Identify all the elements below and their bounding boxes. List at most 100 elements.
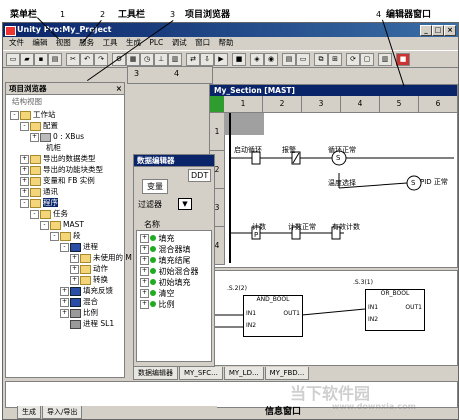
tree-item-ratio[interactable]: + 比例: [60, 308, 98, 318]
variables-tab[interactable]: 变量: [142, 179, 168, 194]
expand-icon[interactable]: +: [60, 297, 69, 307]
variable-row[interactable]: + 初始填充: [140, 277, 191, 288]
menu-debug[interactable]: 调试: [172, 38, 187, 47]
tab-my-fbd[interactable]: MY_FBD...: [264, 367, 310, 380]
expand-icon[interactable]: +: [20, 187, 29, 197]
save-icon[interactable]: ▪: [34, 53, 48, 66]
tree-item-mix[interactable]: + 混合: [60, 297, 98, 307]
tree-item-mast[interactable]: - MAST: [40, 220, 84, 230]
tab-my-sfc[interactable]: MY_SFC...: [179, 367, 223, 380]
expand-icon[interactable]: +: [140, 300, 149, 309]
expand-icon[interactable]: +: [140, 245, 149, 254]
window-icon[interactable]: ▢: [360, 53, 374, 66]
callout-toolbar-label: 工具栏: [118, 10, 146, 20]
tree-item-process-sl1[interactable]: 进程 SL1: [70, 319, 114, 329]
menu-edit[interactable]: 编辑: [32, 38, 47, 47]
menu-tools[interactable]: 工具: [103, 38, 118, 47]
close-icon[interactable]: ×: [116, 83, 122, 94]
sfc-icon: [70, 297, 81, 307]
variable-row[interactable]: + 比例: [140, 299, 175, 310]
tree-item-station[interactable]: - 工作站: [10, 110, 56, 120]
run-icon[interactable]: ▶: [214, 53, 228, 66]
tree-item-tasks[interactable]: - 任务: [30, 209, 68, 219]
expand-icon[interactable]: +: [140, 256, 149, 265]
tree-item-config[interactable]: - 配置: [20, 121, 58, 131]
expand-icon[interactable]: +: [30, 132, 39, 142]
connect-icon[interactable]: ⇄: [186, 53, 200, 66]
tree-item-sections[interactable]: -段: [50, 231, 81, 241]
menu-help[interactable]: 帮助: [218, 38, 233, 47]
new-icon[interactable]: ▭: [6, 53, 20, 66]
undo-icon[interactable]: ↶: [80, 53, 94, 66]
collapse-icon[interactable]: -: [20, 198, 29, 208]
expand-icon[interactable]: +: [70, 253, 79, 263]
expand-icon[interactable]: +: [140, 267, 149, 276]
tree-item-fill-feedback[interactable]: + 填充反馈: [60, 286, 113, 296]
download-icon[interactable]: ⇩: [200, 53, 214, 66]
collapse-icon[interactable]: -: [20, 121, 29, 131]
animation-icon[interactable]: ◈: [250, 53, 264, 66]
expand-icon[interactable]: +: [20, 165, 29, 175]
tab-my-ld[interactable]: MY_LD...: [223, 367, 264, 380]
watch-icon[interactable]: ◉: [264, 53, 278, 66]
cut-icon[interactable]: ✂: [66, 53, 80, 66]
tree-item-actions[interactable]: + 动作: [70, 264, 108, 274]
expand-icon[interactable]: +: [140, 289, 149, 298]
tree-item-unused[interactable]: + 未使用的 M: [70, 253, 132, 263]
collapse-icon[interactable]: -: [40, 220, 49, 230]
menu-window[interactable]: 窗口: [195, 38, 210, 47]
expand-icon[interactable]: +: [20, 154, 29, 164]
variable-row[interactable]: + 清空: [140, 288, 175, 299]
ruler-icon[interactable]: ⊥: [154, 53, 168, 66]
table-icon[interactable]: ▤: [282, 53, 296, 66]
collapse-icon[interactable]: -: [10, 110, 19, 120]
filter-icon[interactable]: ▼: [178, 198, 192, 210]
refresh-icon[interactable]: ⟳: [346, 53, 360, 66]
expand-icon[interactable]: +: [70, 264, 79, 274]
expand-icon[interactable]: +: [140, 278, 149, 287]
tree-item-process[interactable]: - 进程: [60, 242, 98, 252]
maximize-button[interactable]: □: [432, 25, 444, 36]
expand-icon[interactable]: +: [70, 275, 79, 285]
print-icon[interactable]: ▤: [48, 53, 62, 66]
tree-item-transitions[interactable]: + 转换: [70, 275, 108, 285]
expand-icon[interactable]: +: [60, 286, 69, 296]
tab-data-editor[interactable]: 数据编辑器: [133, 367, 178, 380]
open-icon[interactable]: ▰: [20, 53, 34, 66]
menu-file[interactable]: 文件: [9, 38, 24, 47]
cascade-icon[interactable]: ⧉: [314, 53, 328, 66]
expand-icon[interactable]: +: [140, 234, 149, 243]
contact-label: 有效计数: [332, 223, 360, 231]
grid-icon[interactable]: ▥: [168, 53, 182, 66]
collapse-icon[interactable]: -: [50, 231, 59, 241]
stop-plc-icon[interactable]: ■: [396, 53, 410, 66]
expand-icon[interactable]: +: [20, 176, 29, 186]
variable-row[interactable]: + 填充: [140, 233, 175, 244]
screen-icon[interactable]: ▭: [296, 53, 310, 66]
tile-icon[interactable]: ⊞: [328, 53, 342, 66]
tree-item-xbus[interactable]: +0 : XBus: [30, 132, 84, 142]
collapse-icon[interactable]: -: [60, 242, 69, 252]
tab-build[interactable]: 生成: [17, 406, 41, 419]
close-button[interactable]: ×: [444, 25, 456, 36]
lib-icon[interactable]: ▥: [378, 53, 392, 66]
expand-icon[interactable]: +: [60, 308, 69, 318]
tree-item-variables[interactable]: + 变量和 FB 实例: [20, 176, 95, 186]
tree-item-rack[interactable]: 机柜: [46, 143, 61, 153]
tree-item-program[interactable]: - 程序: [20, 198, 58, 208]
tab-import-export[interactable]: 导入/导出: [42, 406, 83, 419]
ddt-tab[interactable]: DDT: [188, 169, 212, 182]
tree-item-dfb[interactable]: + 导出的功能块类型: [20, 165, 103, 175]
tree-item-comm[interactable]: + 通讯: [20, 187, 58, 197]
redo-icon[interactable]: ↷: [94, 53, 108, 66]
browse-icon[interactable]: ▦: [126, 53, 140, 66]
analyze-icon[interactable]: ◷: [140, 53, 154, 66]
collapse-icon[interactable]: -: [30, 209, 39, 219]
menu-plc[interactable]: PLC: [149, 38, 163, 47]
variable-row[interactable]: + 填充结尾: [140, 255, 191, 266]
tree-item-ddt[interactable]: + 导出的数据类型: [20, 154, 96, 164]
variable-row[interactable]: + 初始混合器: [140, 266, 199, 277]
minimize-button[interactable]: _: [420, 25, 432, 36]
stop-icon[interactable]: ■: [232, 53, 246, 66]
variable-row[interactable]: + 混合器填: [140, 244, 191, 255]
